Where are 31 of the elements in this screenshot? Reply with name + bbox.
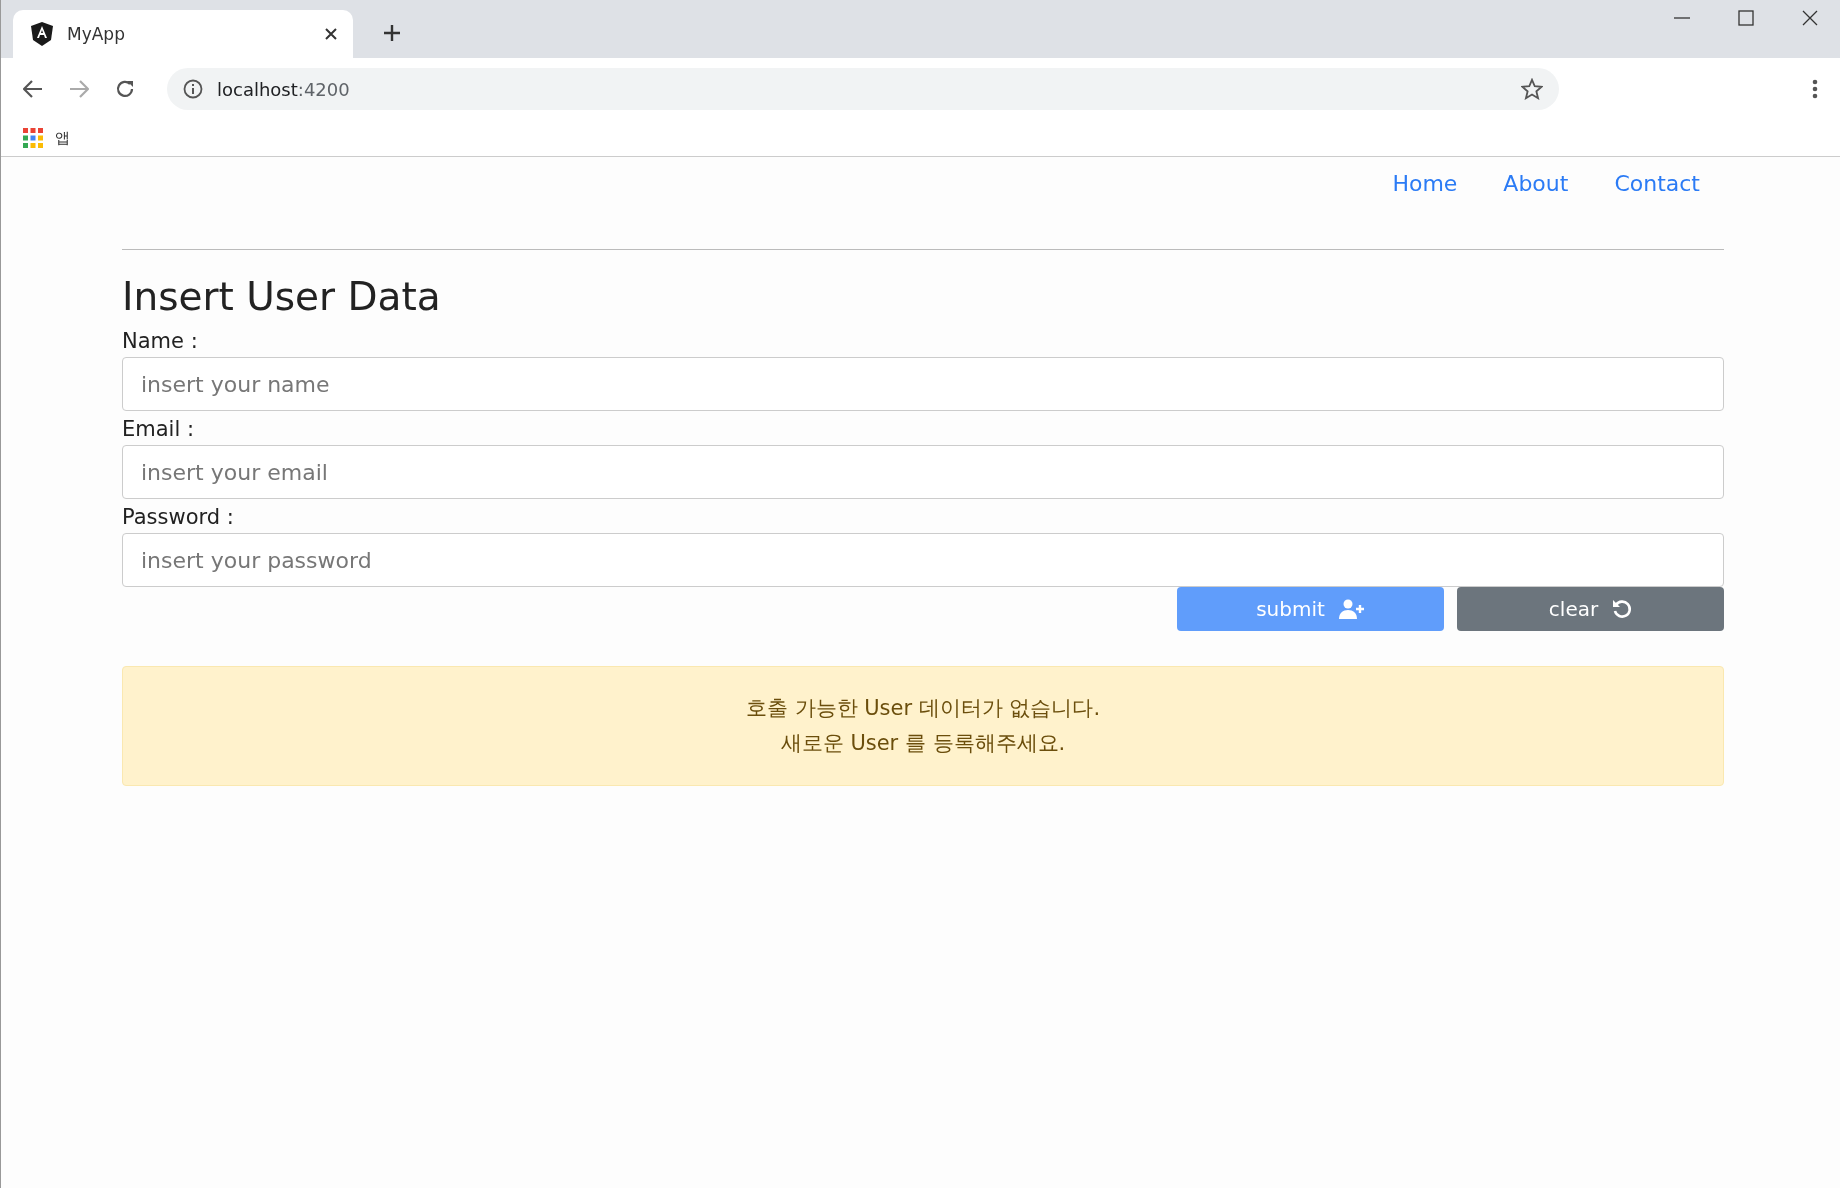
input-field[interactable]: insert your password [122, 533, 1724, 587]
alert-message: 호출 가능한 User 데이터가 없습니다. 새로운 User 를 등록해주세요. [122, 666, 1724, 786]
close-icon[interactable] [325, 28, 337, 40]
browser-tab[interactable]: MyApp [13, 10, 353, 58]
maximize-icon[interactable] [1738, 10, 1754, 26]
address-bar[interactable]: localhost:4200 [167, 68, 1559, 110]
user-plus-icon [1338, 599, 1365, 619]
field-label: Email : [122, 417, 195, 441]
star-icon[interactable] [1521, 78, 1543, 100]
back-arrow-icon[interactable] [23, 80, 43, 98]
undo-icon [1612, 599, 1633, 619]
submit-button[interactable]: submit [1177, 587, 1444, 631]
bookmark-link[interactable]: 앱 [55, 128, 70, 148]
nav-link[interactable]: Home [1392, 171, 1458, 215]
close-icon[interactable] [1802, 10, 1818, 26]
apps-grid-icon[interactable] [23, 128, 43, 148]
menu-icon[interactable] [1812, 79, 1818, 99]
input-field[interactable]: insert your name [122, 357, 1724, 411]
nav-link[interactable]: About [1503, 171, 1569, 215]
tab-title: MyApp [67, 24, 126, 44]
shield-logo-icon [31, 22, 53, 46]
clear-button[interactable]: clear [1457, 587, 1724, 631]
reload-icon[interactable] [115, 79, 135, 99]
plus-icon[interactable] [383, 24, 401, 42]
info-icon [183, 79, 203, 99]
input-field[interactable]: insert your email [122, 445, 1724, 499]
url-text: localhost:4200 [217, 78, 351, 100]
field-label: Name : [122, 329, 199, 353]
nav-link[interactable]: Contact [1614, 171, 1700, 215]
field-label: Password : [122, 505, 235, 529]
page-title: Insert User Data [122, 274, 442, 319]
